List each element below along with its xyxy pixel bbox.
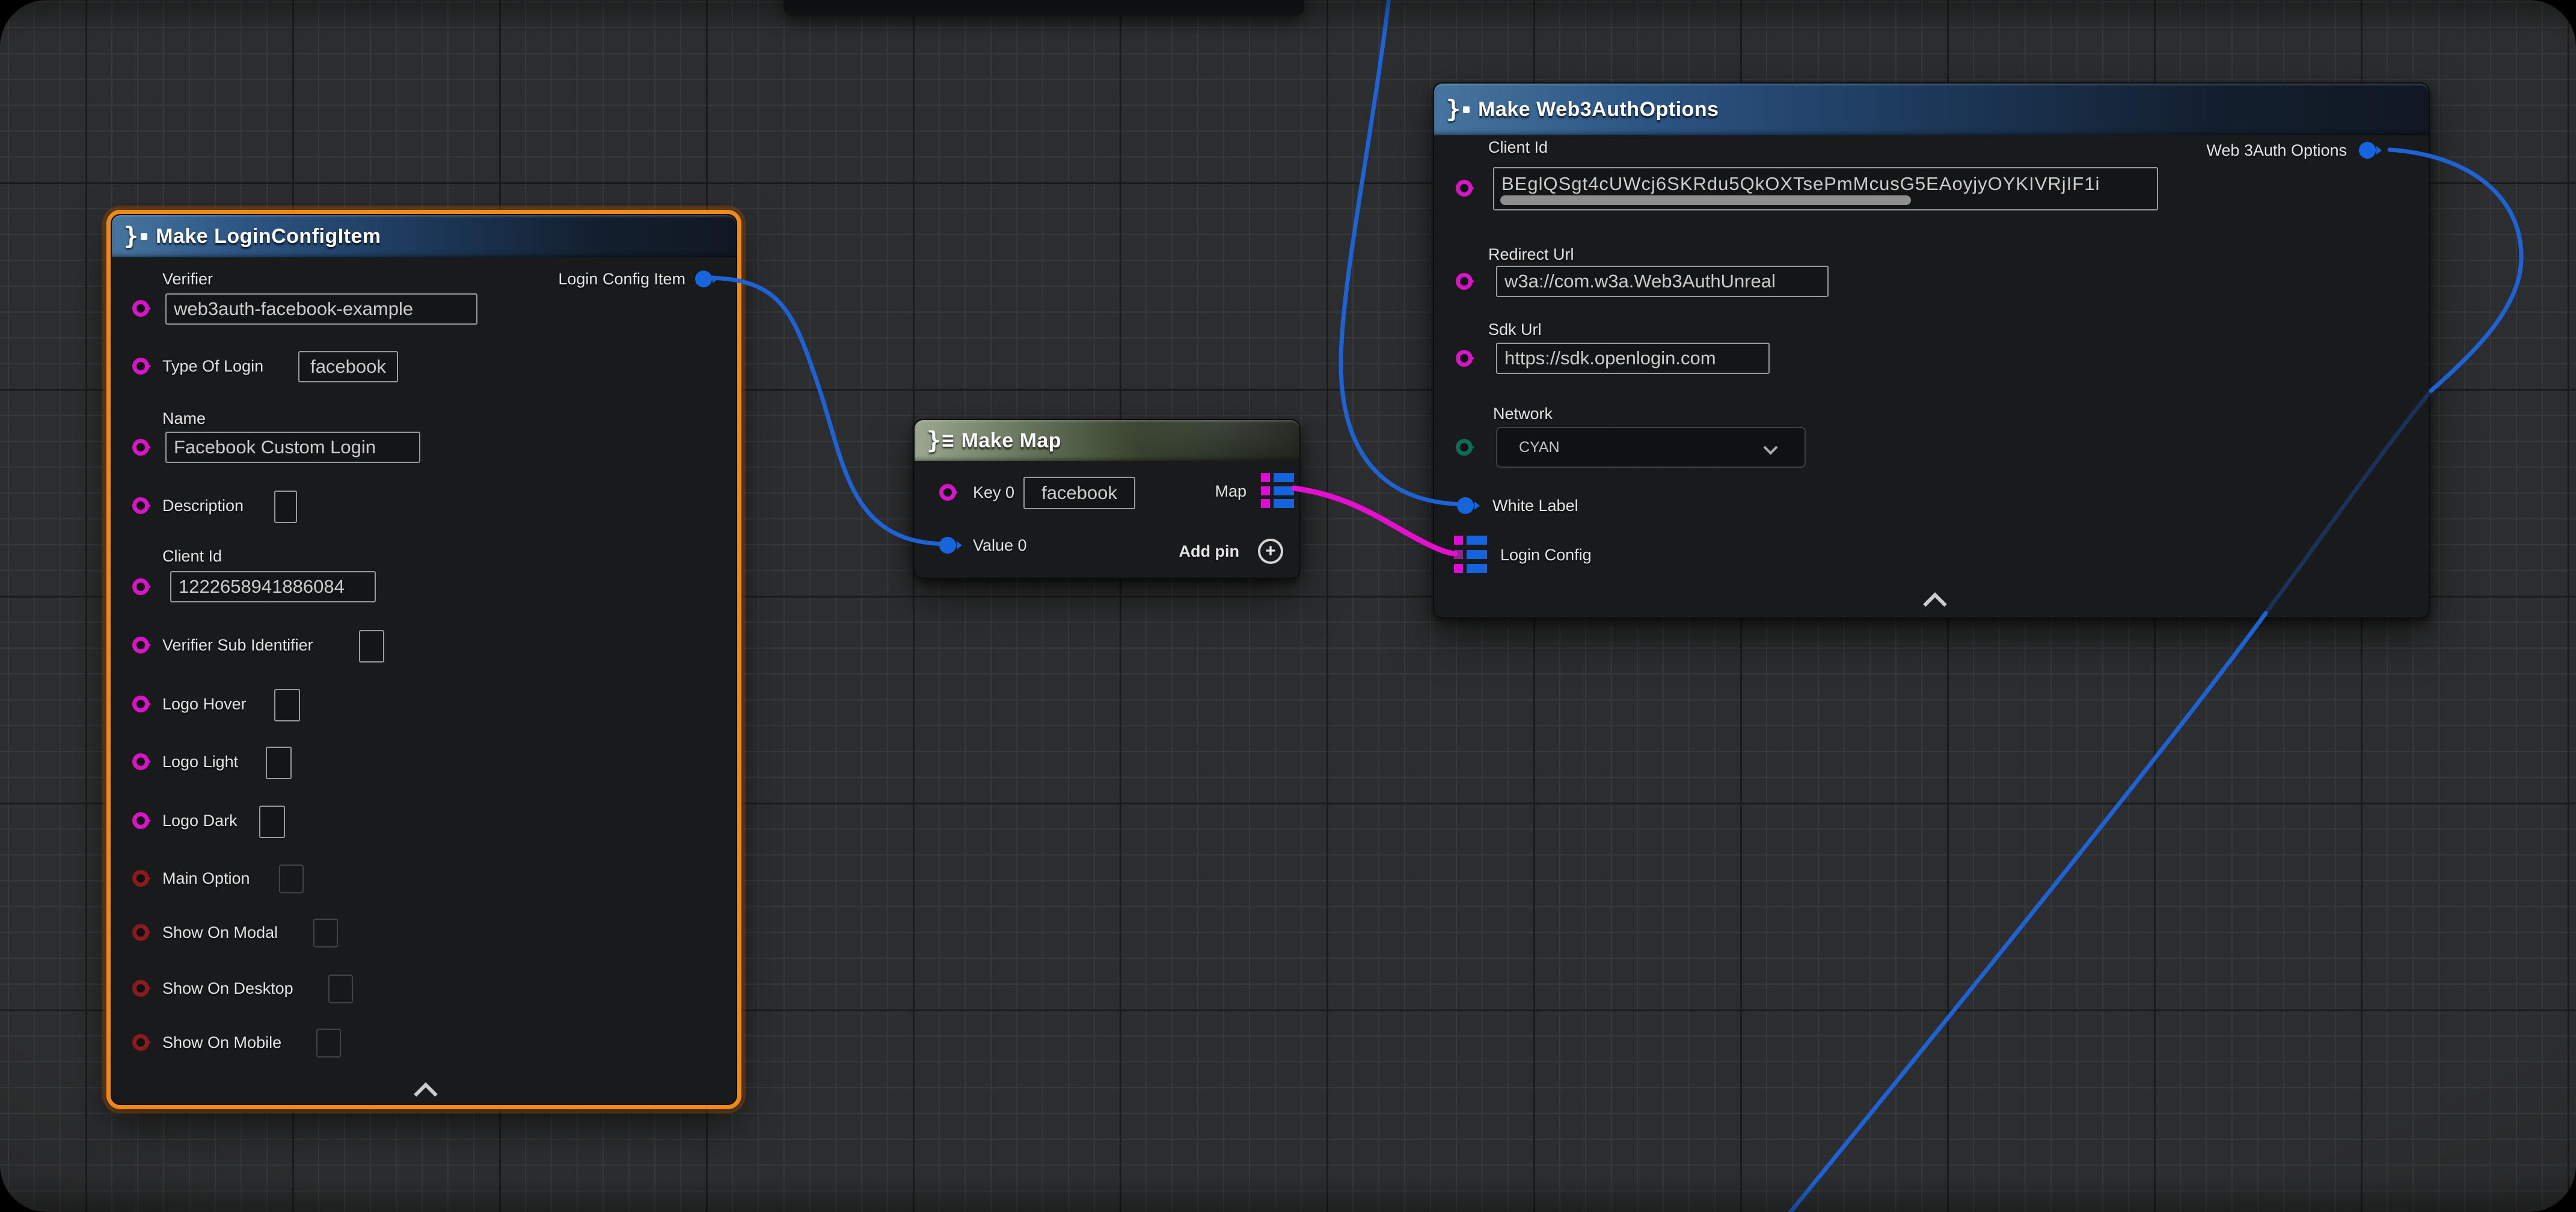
pin-label-verifier: Verifier [162, 269, 213, 289]
input-pin-client-id[interactable] [1456, 180, 1473, 197]
verifier-sub-identifier-input[interactable] [359, 630, 384, 663]
input-pin-redirect-url[interactable] [1456, 273, 1473, 290]
collapse-chevron-icon[interactable] [414, 1082, 438, 1106]
wire-map-to-login-config[interactable] [1294, 488, 1455, 554]
node-header-make-web3authoptions[interactable]: } Make Web3AuthOptions [1434, 84, 2429, 135]
verifier-input[interactable]: web3auth-facebook-example [165, 293, 477, 325]
pin-label-web3auth-options: Web 3Auth Options [2206, 141, 2347, 160]
input-pin-show-on-modal[interactable] [132, 924, 149, 941]
input-pin-show-on-mobile[interactable] [132, 1034, 149, 1051]
name-input[interactable]: Facebook Custom Login [165, 432, 420, 463]
input-pin-sdk-url[interactable] [1456, 350, 1473, 367]
pin-label-client-id: Client Id [162, 546, 222, 566]
pin-label-verifier-sub-identifier: Verifier Sub Identifier [162, 635, 313, 655]
show-on-mobile-checkbox[interactable] [316, 1029, 341, 1057]
pin-label-client-id: Client Id [1488, 138, 1548, 157]
input-pin-verifier-sub-identifier[interactable] [132, 637, 149, 653]
client-id-input[interactable]: BEglQSgt4cUWcj6SKRdu5QkOXTsePmMcusG5EAoy… [1493, 167, 2158, 210]
input-pin-main-option[interactable] [132, 870, 149, 887]
key0-input[interactable]: facebook [1023, 477, 1135, 509]
node-make-map[interactable]: }≡ Make Map Key 0 facebook Map Value 0 A… [913, 419, 1301, 579]
show-on-desktop-checkbox[interactable] [328, 975, 353, 1003]
client-id-input[interactable]: 1222658941886084 [170, 571, 376, 602]
pin-label-show-on-desktop: Show On Desktop [162, 979, 293, 998]
type-of-login-input[interactable]: facebook [298, 351, 398, 382]
graph-canvas[interactable]: } Make LoginConfigItem Login Config Item… [0, 0, 2576, 1212]
wire-loginconfigitem-to-value0[interactable] [707, 278, 946, 544]
add-pin-button[interactable]: + [1258, 539, 1283, 564]
pin-label-redirect-url: Redirect Url [1488, 245, 1574, 264]
network-dropdown[interactable]: CYAN [1496, 427, 1806, 468]
make-struct-icon: } [124, 222, 147, 250]
output-pin-login-config-item[interactable] [695, 271, 712, 287]
logo-dark-input[interactable] [259, 806, 285, 838]
node-header-make-loginconfigitem[interactable]: } Make LoginConfigItem [112, 215, 736, 257]
logo-light-input[interactable] [266, 747, 292, 779]
pin-label-logo-hover: Logo Hover [162, 694, 247, 714]
pin-label-show-on-mobile: Show On Mobile [162, 1033, 281, 1052]
output-pin-map[interactable] [1261, 473, 1295, 508]
input-pin-client-id[interactable] [132, 578, 149, 595]
pin-label-name: Name [162, 409, 206, 428]
pin-label-description: Description [162, 496, 244, 515]
blueprint-editor-screen: } Make LoginConfigItem Login Config Item… [0, 0, 2576, 1212]
node-title: Make Web3AuthOptions [1478, 98, 1719, 121]
input-pin-network[interactable] [1456, 439, 1473, 456]
input-pin-show-on-desktop[interactable] [132, 980, 149, 997]
pin-label-map: Map [1215, 482, 1247, 501]
make-struct-icon: } [1446, 96, 1470, 123]
input-pin-logo-light[interactable] [132, 753, 149, 770]
input-pin-type-of-login[interactable] [132, 358, 149, 375]
dropdown-chevron-icon [1763, 440, 1777, 454]
node-make-web3authoptions[interactable]: } Make Web3AuthOptions Web 3Auth Options… [1433, 82, 2430, 619]
pin-label-logo-dark: Logo Dark [162, 811, 238, 830]
node-title: Make Map [961, 429, 1062, 453]
input-pin-key0[interactable] [939, 484, 956, 501]
client-id-scrollbar-thumb[interactable] [1500, 195, 1911, 205]
input-pin-logo-dark[interactable] [132, 812, 149, 829]
pin-label-type-of-login: Type Of Login [162, 357, 263, 376]
pin-label-logo-light: Logo Light [162, 752, 238, 771]
pin-label-key0: Key 0 [973, 483, 1014, 502]
add-pin-label: Add pin [1179, 542, 1239, 561]
sdk-url-input[interactable]: https://sdk.openlogin.com [1496, 343, 1770, 374]
pin-label-login-config: Login Config [1500, 545, 1592, 565]
description-input[interactable] [274, 491, 297, 523]
logo-hover-input[interactable] [274, 689, 300, 721]
input-pin-verifier[interactable] [132, 300, 149, 317]
show-on-modal-checkbox[interactable] [313, 919, 338, 947]
pin-label-network: Network [1493, 404, 1553, 423]
wire-web3auth-options-diagonal[interactable] [1774, 613, 2266, 1212]
node-header-make-map[interactable]: }≡ Make Map [915, 420, 1299, 461]
offscreen-node-fragment[interactable] [784, 0, 1304, 16]
node-make-loginconfigitem[interactable]: } Make LoginConfigItem Login Config Item… [111, 214, 737, 1105]
input-pin-description[interactable] [132, 497, 149, 514]
input-pin-name[interactable] [132, 439, 149, 456]
node-title: Make LoginConfigItem [156, 225, 381, 248]
input-pin-white-label[interactable] [1457, 497, 1474, 514]
pin-label-show-on-modal: Show On Modal [162, 923, 278, 942]
input-pin-login-config[interactable] [1454, 536, 1488, 573]
input-pin-value0[interactable] [939, 537, 956, 554]
main-option-checkbox[interactable] [279, 865, 304, 893]
pin-label-sdk-url: Sdk Url [1488, 320, 1542, 339]
input-pin-logo-hover[interactable] [132, 696, 149, 712]
make-map-icon: }≡ [927, 427, 953, 454]
collapse-chevron-icon[interactable] [1923, 592, 1947, 616]
pin-label-value0: Value 0 [973, 536, 1027, 555]
output-pin-web3auth-options[interactable] [2359, 142, 2376, 159]
redirect-url-input[interactable]: w3a://com.w3a.Web3AuthUnreal [1496, 266, 1829, 297]
pin-label-login-config-item: Login Config Item [558, 269, 685, 289]
pin-label-white-label: White Label [1492, 496, 1578, 515]
pin-label-main-option: Main Option [162, 869, 250, 888]
